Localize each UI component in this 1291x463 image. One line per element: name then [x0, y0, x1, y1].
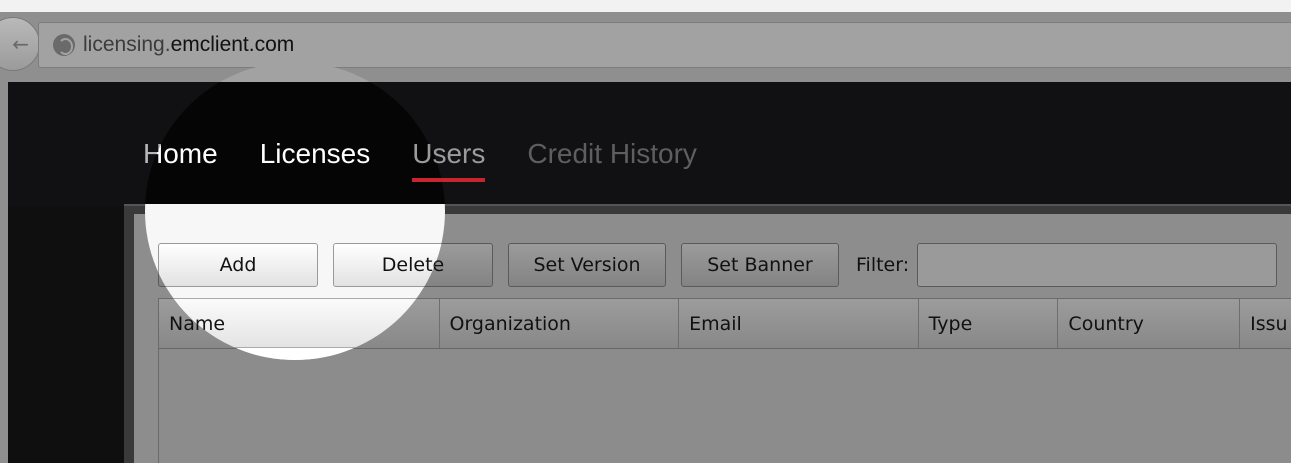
browser-top-strip — [0, 0, 1291, 12]
column-header-name[interactable]: Name — [159, 299, 440, 348]
page-left-edge — [0, 82, 8, 463]
column-header-organization[interactable]: Organization — [440, 299, 680, 348]
nav-item-home[interactable]: Home — [143, 138, 218, 170]
main-nav: Home Licenses Users Credit History — [143, 138, 739, 182]
set-version-button[interactable]: Set Version — [508, 243, 666, 287]
set-banner-button[interactable]: Set Banner — [681, 243, 839, 287]
url-text: licensing.emclient.com — [83, 33, 294, 57]
users-toolbar: Add Delete Set Version Set Banner Filter… — [158, 243, 1278, 287]
grid-header: Name Organization Email Type Country Iss… — [159, 299, 1291, 349]
browser-toolbar: ← licensing.emclient.com — [0, 0, 1291, 82]
delete-button[interactable]: Delete — [333, 243, 493, 287]
url-host: emclient.com — [170, 33, 295, 56]
column-header-type[interactable]: Type — [919, 299, 1059, 348]
filter-input[interactable] — [917, 243, 1278, 287]
add-button[interactable]: Add — [158, 243, 318, 287]
back-arrow-icon: ← — [12, 32, 29, 56]
back-button[interactable]: ← — [0, 17, 40, 71]
nav-item-credit-history[interactable]: Credit History — [527, 138, 697, 170]
nav-item-licenses[interactable]: Licenses — [260, 138, 371, 170]
filter-label: Filter: — [856, 254, 910, 276]
column-header-issued[interactable]: Issu — [1240, 299, 1291, 348]
address-bar[interactable]: licensing.emclient.com — [38, 22, 1291, 68]
nav-item-users[interactable]: Users — [412, 138, 486, 182]
column-header-email[interactable]: Email — [679, 299, 919, 348]
users-grid: Name Organization Email Type Country Iss… — [158, 298, 1291, 463]
column-header-country[interactable]: Country — [1058, 299, 1241, 348]
globe-icon — [53, 34, 75, 56]
url-prefix: licensing. — [83, 33, 171, 56]
